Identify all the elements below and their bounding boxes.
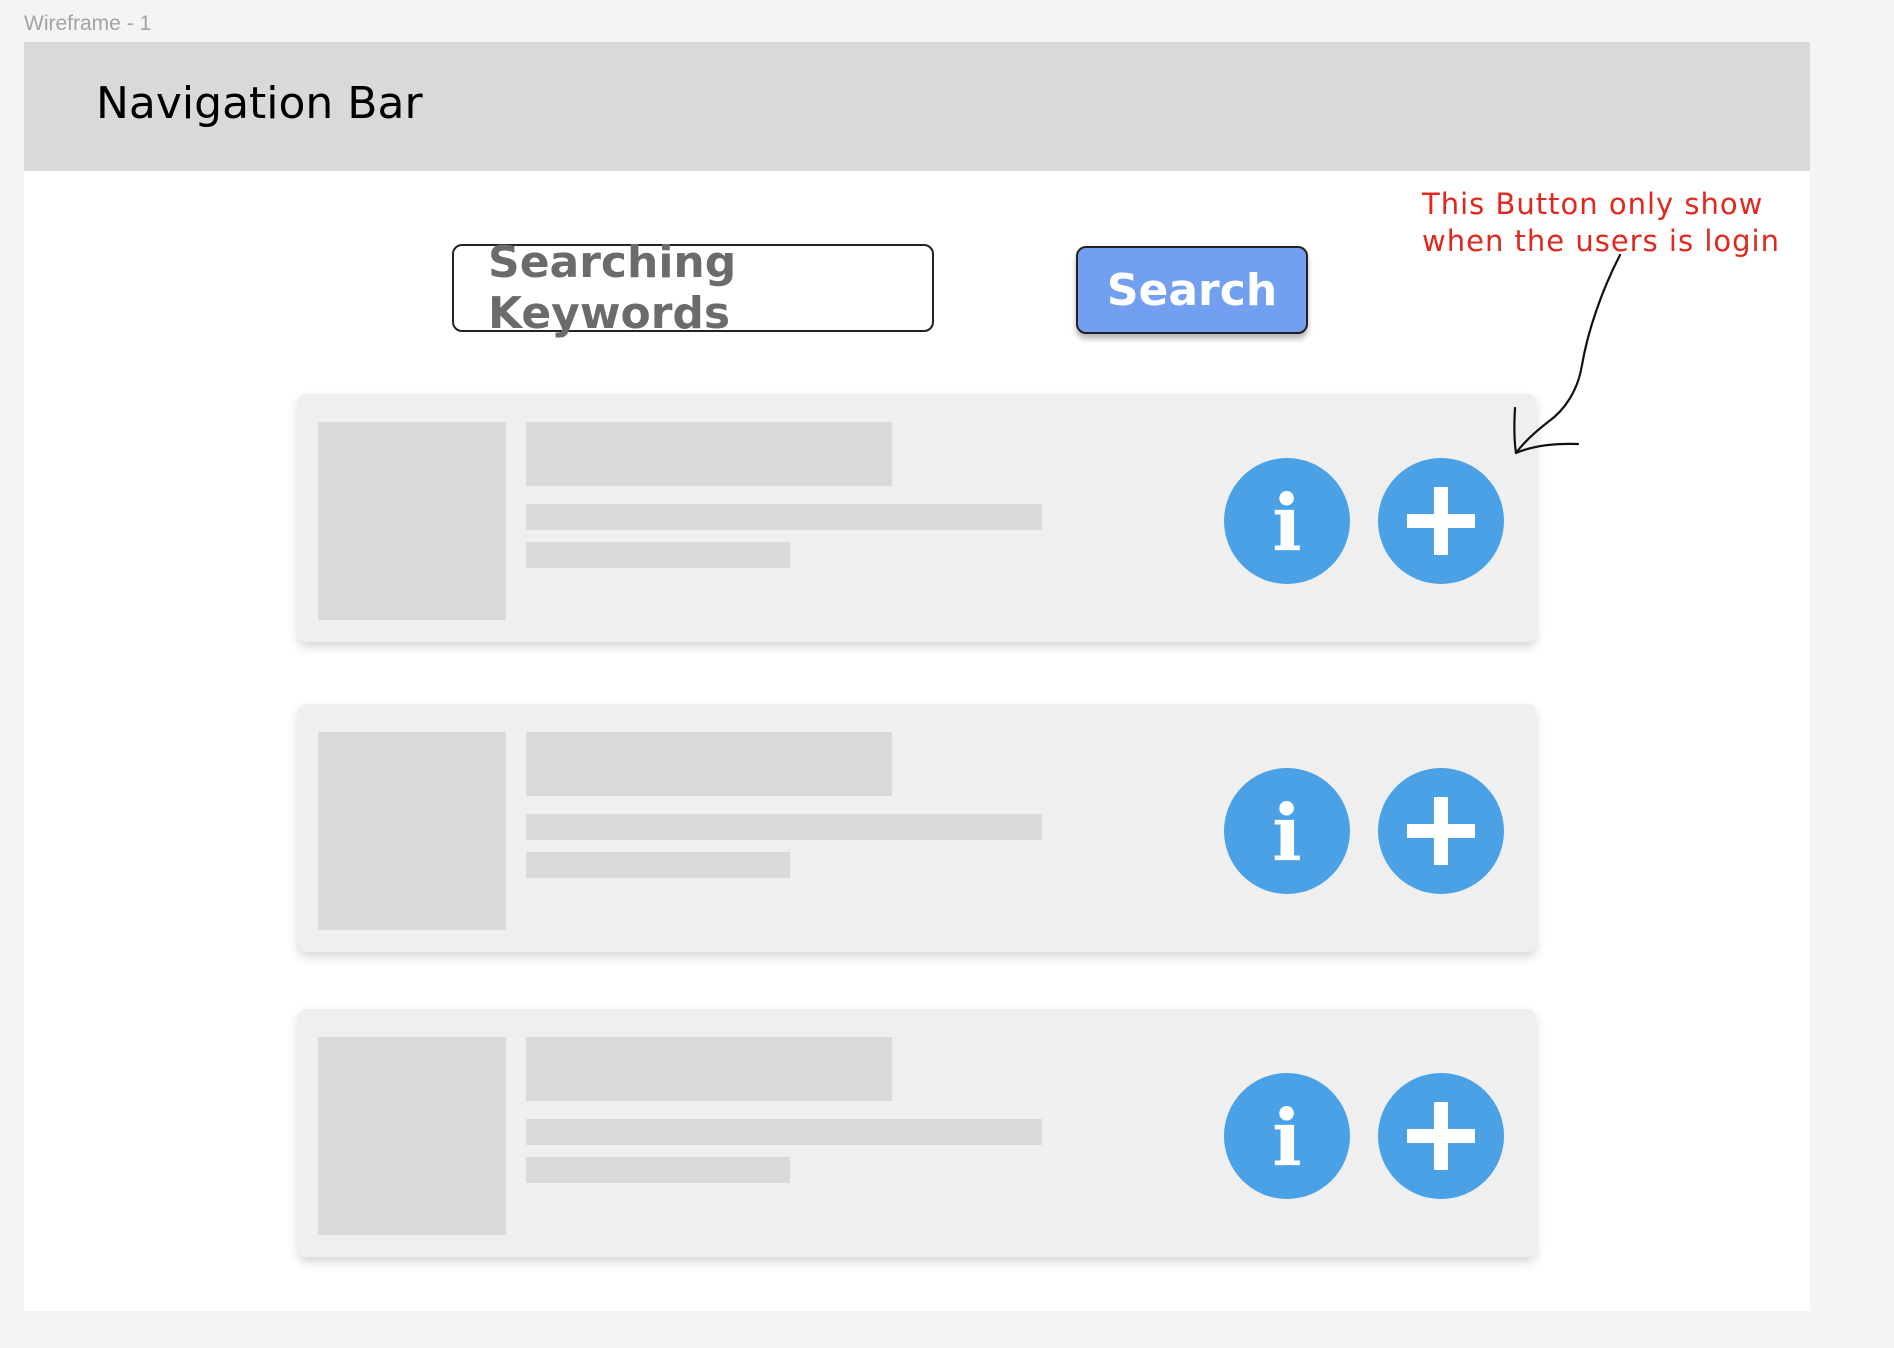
search-button-label: Search bbox=[1106, 264, 1278, 316]
annotation-arrow-icon bbox=[1513, 253, 1622, 455]
thumbnail-placeholder bbox=[318, 732, 506, 930]
annotation-line-1: This Button only show bbox=[1422, 187, 1764, 221]
frame-label: Wireframe - 1 bbox=[24, 12, 152, 35]
search-input[interactable]: Searching Keywords bbox=[452, 237, 934, 339]
result-card: i bbox=[298, 704, 1536, 952]
info-icon: i bbox=[1272, 478, 1302, 569]
thumbnail-placeholder bbox=[318, 1037, 506, 1235]
add-button[interactable] bbox=[1378, 1073, 1504, 1199]
info-button[interactable]: i bbox=[1224, 1073, 1350, 1199]
title-placeholder bbox=[526, 422, 892, 486]
annotation-line-2: when the users is login bbox=[1422, 224, 1780, 258]
info-button[interactable]: i bbox=[1224, 458, 1350, 584]
description-placeholder bbox=[526, 1119, 1042, 1145]
navigation-bar: Navigation Bar bbox=[24, 42, 1810, 171]
result-card: i bbox=[298, 394, 1536, 642]
title-placeholder bbox=[526, 1037, 892, 1101]
description-placeholder bbox=[526, 504, 1042, 530]
annotation-note: This Button only show when the users is … bbox=[1422, 186, 1780, 260]
search-button[interactable]: Search bbox=[1076, 246, 1308, 334]
add-button[interactable] bbox=[1378, 768, 1504, 894]
meta-placeholder bbox=[526, 542, 790, 568]
result-card: i bbox=[298, 1009, 1536, 1257]
meta-placeholder bbox=[526, 1157, 790, 1183]
info-icon: i bbox=[1272, 788, 1302, 879]
title-placeholder bbox=[526, 732, 892, 796]
search-placeholder: Searching Keywords bbox=[488, 237, 737, 339]
description-placeholder bbox=[526, 814, 1042, 840]
info-button[interactable]: i bbox=[1224, 768, 1350, 894]
thumbnail-placeholder bbox=[318, 422, 506, 620]
meta-placeholder bbox=[526, 852, 790, 878]
navbar-title: Navigation Bar bbox=[96, 78, 423, 129]
info-icon: i bbox=[1272, 1093, 1302, 1184]
add-button[interactable] bbox=[1378, 458, 1504, 584]
